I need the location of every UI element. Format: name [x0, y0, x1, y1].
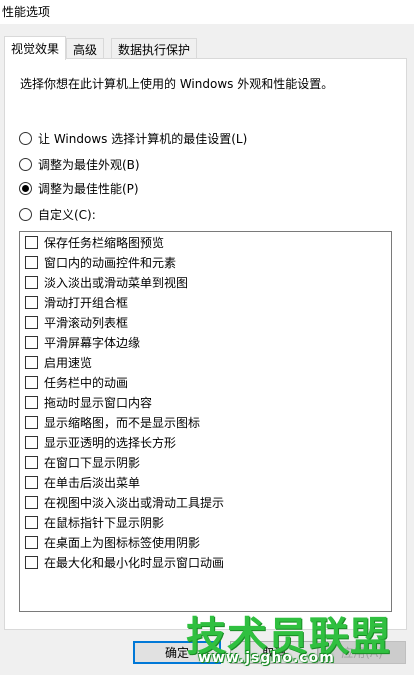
effect-label: 滑动打开组合框: [44, 295, 129, 310]
effect-item[interactable]: 启用速览: [25, 353, 92, 371]
effect-label: 窗口内的动画控件和元素: [44, 255, 177, 270]
radio-best-performance[interactable]: 调整为最佳性能(P): [19, 180, 139, 196]
checkbox[interactable]: [25, 375, 38, 389]
effect-item[interactable]: 在桌面上为图标标签使用阴影: [25, 533, 200, 551]
checkbox[interactable]: [25, 475, 38, 489]
effect-label: 淡入淡出或滑动菜单到视图: [44, 275, 189, 290]
effect-item[interactable]: 淡入淡出或滑动菜单到视图: [25, 273, 188, 291]
checkbox[interactable]: [25, 355, 38, 369]
checkbox[interactable]: [25, 535, 38, 549]
checkbox[interactable]: [25, 495, 38, 509]
effect-item[interactable]: 平滑屏幕字体边缘: [25, 333, 140, 351]
effect-label: 在桌面上为图标标签使用阴影: [44, 535, 201, 550]
checkbox[interactable]: [25, 415, 38, 429]
effect-item[interactable]: 在最大化和最小化时显示窗口动画: [25, 553, 224, 571]
ok-button[interactable]: 确定: [133, 641, 221, 664]
checkbox[interactable]: [25, 515, 38, 529]
cancel-button[interactable]: 取消: [230, 641, 318, 664]
radio-label: 调整为最佳性能(P): [38, 181, 139, 196]
window-title: 性能选项: [2, 5, 51, 19]
effects-checkbox-list[interactable]: 保存任务栏缩略图预览 窗口内的动画控件和元素 淡入淡出或滑动菜单到视图 滑动打开…: [19, 231, 392, 612]
tab-advanced[interactable]: 高级: [66, 38, 105, 59]
apply-button[interactable]: 应用(A): [318, 641, 406, 664]
performance-options-window: 性能选项 视觉效果 高级 数据执行保护 选择你想在此计算机上使用的 Window…: [0, 0, 414, 675]
checkbox[interactable]: [25, 555, 38, 569]
checkbox[interactable]: [25, 275, 38, 289]
tab-visual-effects[interactable]: 视觉效果: [4, 36, 67, 60]
radio-button[interactable]: [19, 157, 32, 171]
effect-label: 平滑屏幕字体边缘: [44, 335, 141, 350]
effect-label: 在最大化和最小化时显示窗口动画: [44, 555, 225, 570]
effect-item[interactable]: 平滑滚动列表框: [25, 313, 128, 331]
checkbox[interactable]: [25, 255, 38, 269]
tab-strip: 视觉效果 高级 数据执行保护: [4, 36, 404, 60]
effect-label: 在视图中淡入淡出或滑动工具提示: [44, 495, 225, 510]
checkbox[interactable]: [25, 295, 38, 309]
checkbox[interactable]: [25, 235, 38, 249]
effect-item[interactable]: 在单击后淡出菜单: [25, 473, 140, 491]
effect-label: 保存任务栏缩略图预览: [44, 235, 165, 250]
effect-item[interactable]: 在鼠标指针下显示阴影: [25, 513, 164, 531]
tab-data-execution-prevention[interactable]: 数据执行保护: [111, 38, 198, 59]
effect-item[interactable]: 滑动打开组合框: [25, 293, 128, 311]
title-bar: 性能选项: [0, 0, 414, 24]
effect-item[interactable]: 显示缩略图，而不是显示图标: [25, 413, 200, 431]
effect-item[interactable]: 在视图中淡入淡出或滑动工具提示: [25, 493, 224, 511]
effect-label: 在鼠标指针下显示阴影: [44, 515, 165, 530]
effect-label: 任务栏中的动画: [44, 375, 129, 390]
checkbox[interactable]: [25, 395, 38, 409]
effect-label: 拖动时显示窗口内容: [44, 395, 153, 410]
panel-description: 选择你想在此计算机上使用的 Windows 外观和性能设置。: [20, 77, 334, 91]
radio-label: 调整为最佳外观(B): [38, 157, 140, 172]
radio-label: 自定义(C):: [38, 207, 96, 222]
effect-label: 平滑滚动列表框: [44, 315, 129, 330]
visual-effects-panel: 选择你想在此计算机上使用的 Windows 外观和性能设置。 让 Windows…: [4, 58, 407, 630]
radio-button-selected[interactable]: [19, 181, 32, 195]
radio-custom[interactable]: 自定义(C):: [19, 206, 96, 222]
effect-item[interactable]: 保存任务栏缩略图预览: [25, 233, 164, 251]
effect-label: 在窗口下显示阴影: [44, 455, 141, 470]
radio-label: 让 Windows 选择计算机的最佳设置(L): [38, 131, 248, 146]
radio-let-windows-choose[interactable]: 让 Windows 选择计算机的最佳设置(L): [19, 130, 247, 146]
effect-item[interactable]: 拖动时显示窗口内容: [25, 393, 152, 411]
effect-label: 启用速览: [44, 355, 93, 370]
checkbox[interactable]: [25, 435, 38, 449]
effect-label: 显示缩略图，而不是显示图标: [44, 415, 201, 430]
radio-button[interactable]: [19, 131, 32, 145]
effect-item[interactable]: 显示亚透明的选择长方形: [25, 433, 176, 451]
radio-best-appearance[interactable]: 调整为最佳外观(B): [19, 156, 140, 172]
checkbox[interactable]: [25, 335, 38, 349]
effect-label: 显示亚透明的选择长方形: [44, 435, 177, 450]
checkbox[interactable]: [25, 455, 38, 469]
effect-label: 在单击后淡出菜单: [44, 475, 141, 490]
effect-item[interactable]: 任务栏中的动画: [25, 373, 128, 391]
checkbox[interactable]: [25, 315, 38, 329]
effect-item[interactable]: 窗口内的动画控件和元素: [25, 253, 176, 271]
effect-item[interactable]: 在窗口下显示阴影: [25, 453, 140, 471]
radio-button[interactable]: [19, 207, 32, 221]
